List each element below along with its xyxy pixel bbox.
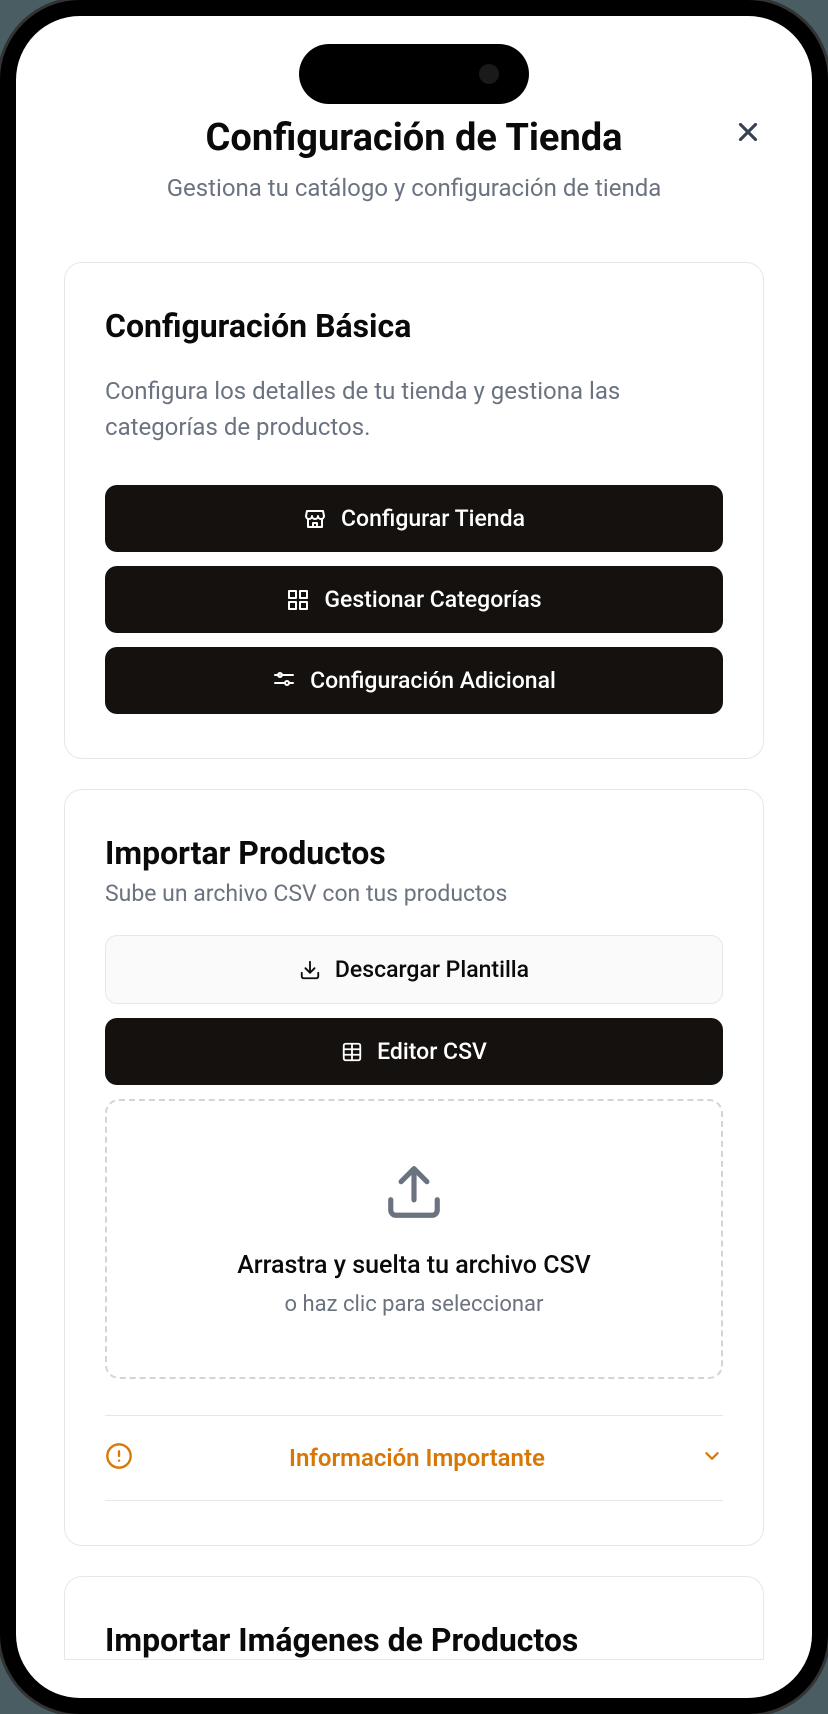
sliders-icon	[272, 669, 296, 693]
basic-config-description: Configura los detalles de tu tienda y ge…	[105, 373, 723, 445]
page-subtitle: Gestiona tu catálogo y configuración de …	[64, 174, 764, 202]
import-products-card: Importar Productos Sube un archivo CSV c…	[64, 789, 764, 1546]
csv-dropzone[interactable]: Arrastra y suelta tu archivo CSV o haz c…	[105, 1099, 723, 1379]
basic-config-card: Configuración Básica Configura los detal…	[64, 262, 764, 759]
accordion-title: Información Importante	[151, 1444, 683, 1472]
dropzone-subtitle: o haz clic para seleccionar	[137, 1292, 691, 1317]
chevron-down-icon	[701, 1445, 723, 1471]
grid-icon	[286, 588, 310, 612]
import-products-title: Importar Productos	[105, 834, 723, 872]
important-info-accordion[interactable]: Información Importante	[105, 1415, 723, 1501]
page-header: Configuración de Tienda Gestiona tu catá…	[64, 116, 764, 202]
alert-circle-icon	[105, 1442, 133, 1474]
dropzone-title: Arrastra y suelta tu archivo CSV	[137, 1251, 691, 1280]
close-icon	[733, 117, 763, 147]
close-button[interactable]	[728, 112, 768, 152]
basic-config-title: Configuración Básica	[105, 307, 723, 345]
upload-icon	[137, 1161, 691, 1227]
manage-categories-button[interactable]: Gestionar Categorías	[105, 566, 723, 633]
configure-store-label: Configurar Tienda	[341, 505, 525, 532]
additional-config-button[interactable]: Configuración Adicional	[105, 647, 723, 714]
configure-store-button[interactable]: Configurar Tienda	[105, 485, 723, 552]
page-title: Configuración de Tienda	[64, 116, 764, 160]
table-icon	[341, 1041, 363, 1063]
store-icon	[303, 507, 327, 531]
download-template-button[interactable]: Descargar Plantilla	[105, 935, 723, 1004]
csv-editor-button[interactable]: Editor CSV	[105, 1018, 723, 1085]
download-template-label: Descargar Plantilla	[335, 956, 529, 983]
import-products-subtitle: Sube un archivo CSV con tus productos	[105, 880, 723, 907]
download-icon	[299, 959, 321, 981]
additional-config-label: Configuración Adicional	[310, 667, 556, 694]
import-images-card: Importar Imágenes de Productos	[64, 1576, 764, 1660]
manage-categories-label: Gestionar Categorías	[324, 586, 541, 613]
import-images-title: Importar Imágenes de Productos	[105, 1621, 723, 1659]
csv-editor-label: Editor CSV	[377, 1038, 487, 1065]
